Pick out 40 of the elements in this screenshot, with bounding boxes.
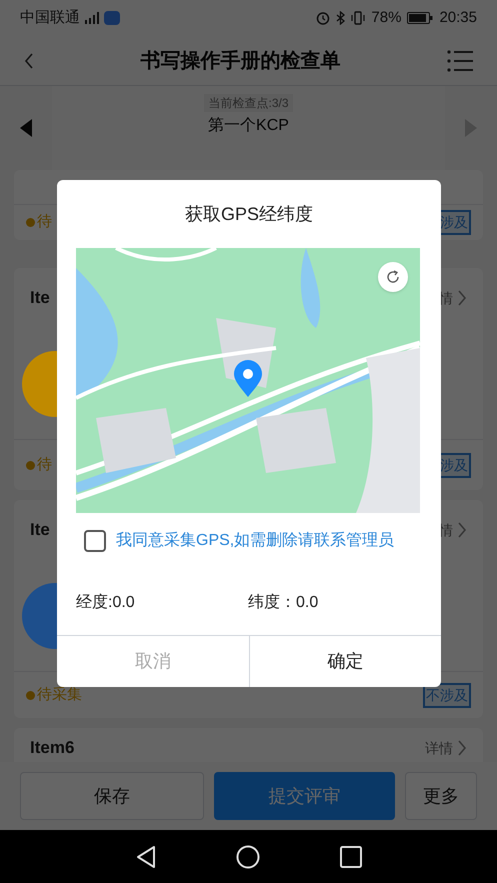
chevron-right-icon xyxy=(457,290,467,306)
signal-icon xyxy=(84,12,100,24)
consent-text: 我同意采集GPS,如需删除请联系管理员 xyxy=(116,530,394,551)
status-label: 待采集 xyxy=(37,684,82,705)
action-button[interactable]: 更多 xyxy=(405,772,477,820)
back-chevron-icon xyxy=(24,52,34,68)
checkbox-square[interactable] xyxy=(84,530,106,552)
vibrate-icon xyxy=(351,11,366,25)
page-title: 书写操作手册的检查单 xyxy=(140,48,340,74)
recents-square-icon[interactable] xyxy=(340,846,362,868)
battery-percent: 78% xyxy=(371,8,402,28)
dialog-button[interactable]: 确定 xyxy=(248,636,441,687)
chevron-right-icon xyxy=(457,522,467,538)
consent-checkbox[interactable]: 我同意采集GPS,如需删除请联系管理员 xyxy=(84,529,414,553)
refresh-icon xyxy=(386,270,400,284)
submit-button[interactable]: 提交评审 xyxy=(214,772,395,820)
carrier-label: 中国联通 xyxy=(20,8,80,28)
chevron-right-icon xyxy=(457,740,467,756)
not-applicable-button[interactable]: 不涉及 xyxy=(423,682,471,708)
clock-time: 20:35 xyxy=(439,8,477,28)
status-label: 待 xyxy=(37,454,52,475)
details-link[interactable]: 详情 xyxy=(425,738,467,758)
location-pin-icon xyxy=(233,360,263,398)
item-title: Ite xyxy=(30,519,50,542)
back-triangle-icon[interactable] xyxy=(136,844,156,868)
alarm-icon xyxy=(316,11,330,25)
item-title: Item6 xyxy=(30,737,74,760)
item-title: Ite xyxy=(30,287,50,310)
dialog-title: 获取GPS经纬度 xyxy=(184,202,313,226)
home-circle-icon[interactable] xyxy=(236,844,260,868)
app-notification-icon xyxy=(104,11,120,25)
bluetooth-icon xyxy=(336,11,346,25)
checkpoint-name: 第一个KCP xyxy=(208,116,289,136)
latitude-value: 纬度：0.0 xyxy=(248,592,318,613)
status-label: 待 xyxy=(37,212,52,232)
menu-icon[interactable] xyxy=(447,48,473,72)
battery-icon xyxy=(407,12,434,24)
action-button[interactable]: 保存 xyxy=(20,772,204,820)
back-button[interactable] xyxy=(24,52,34,68)
longitude-value: 经度:0.0 xyxy=(76,592,136,613)
